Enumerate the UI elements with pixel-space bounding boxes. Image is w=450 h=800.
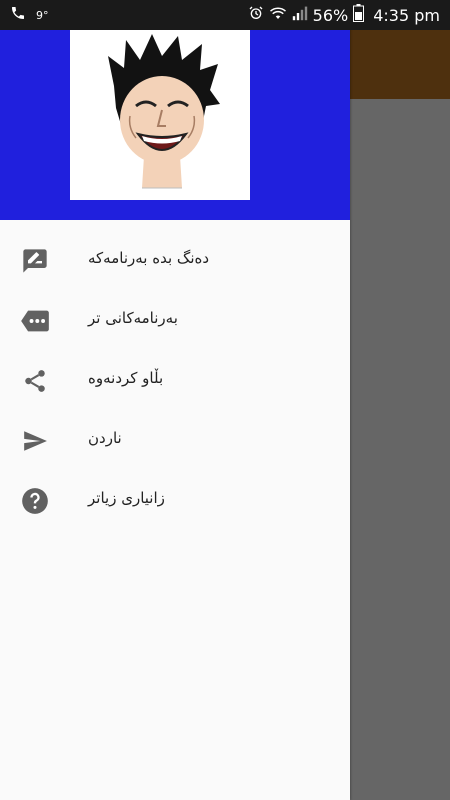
status-bar-right: 56% 4:35 pm <box>248 4 440 26</box>
phone-icon <box>10 5 26 25</box>
header-image <box>70 18 250 200</box>
menu-item-help[interactable]: زانیاری زیاتر <box>0 470 350 530</box>
battery-percent: 56% <box>312 5 349 25</box>
clock-time: 4:35 pm <box>373 5 440 25</box>
more-apps-icon <box>20 306 50 336</box>
alarm-icon <box>248 5 264 25</box>
navigation-drawer: دەنگ بدە بەرنامەکە بەرنامەکانی تر بڵاو ک… <box>0 0 350 800</box>
menu-item-more-apps[interactable]: بەرنامەکانی تر <box>0 290 350 350</box>
temperature-text: 9° <box>36 8 49 22</box>
share-icon <box>20 366 50 396</box>
menu-item-label: زانیاری زیاتر <box>88 489 165 507</box>
help-icon <box>20 486 50 516</box>
menu-item-label: دەنگ بدە بەرنامەکە <box>88 249 210 267</box>
menu-item-rate-app[interactable]: دەنگ بدە بەرنامەکە <box>0 230 350 290</box>
drawer-menu: دەنگ بدە بەرنامەکە بەرنامەکانی تر بڵاو ک… <box>0 230 350 530</box>
laughing-face-illustration <box>108 34 220 189</box>
signal-icon <box>292 5 308 25</box>
wifi-icon <box>269 5 287 25</box>
battery-icon <box>353 4 365 26</box>
status-bar-left: 9° <box>10 5 49 25</box>
menu-item-send[interactable]: ناردن <box>0 410 350 470</box>
rate-feedback-icon <box>20 246 50 276</box>
drawer-header <box>0 0 350 220</box>
menu-item-label: بەرنامەکانی تر <box>88 309 178 327</box>
menu-item-label: بڵاو کردنەوە <box>88 369 164 387</box>
menu-item-label: ناردن <box>88 429 122 447</box>
status-bar: 9° 56% 4:35 pm <box>0 0 450 30</box>
send-icon <box>20 426 50 456</box>
menu-item-share[interactable]: بڵاو کردنەوە <box>0 350 350 410</box>
